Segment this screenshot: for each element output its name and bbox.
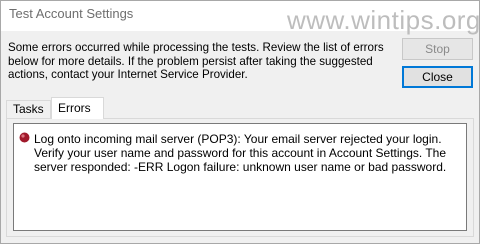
stop-button[interactable]: Stop xyxy=(402,38,473,60)
errors-tab-panel: Log onto incoming mail server (POP3): Yo… xyxy=(6,118,474,237)
status-message: Some errors occurred while processing th… xyxy=(8,41,384,82)
window-title: Test Account Settings xyxy=(9,6,134,21)
close-button[interactable]: Close xyxy=(402,66,473,88)
error-list[interactable]: Log onto incoming mail server (POP3): Yo… xyxy=(13,123,467,231)
error-text: Log onto incoming mail server (POP3): Yo… xyxy=(34,132,447,174)
test-account-settings-dialog: Test Account Settings www.wintips.org So… xyxy=(0,0,480,244)
tab-errors[interactable]: Errors xyxy=(51,97,104,119)
error-icon xyxy=(19,132,30,143)
tab-tasks[interactable]: Tasks xyxy=(6,100,51,118)
title-bar: Test Account Settings www.wintips.org xyxy=(1,1,480,35)
watermark: www.wintips.org xyxy=(287,5,480,35)
